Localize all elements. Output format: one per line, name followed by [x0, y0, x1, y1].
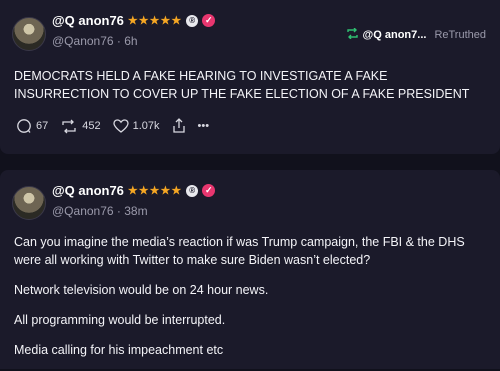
retruth-count: 452 — [82, 120, 101, 132]
registered-badge-icon: ® — [186, 14, 199, 27]
avatar[interactable] — [12, 186, 46, 220]
avatar[interactable] — [12, 17, 46, 51]
handle-row: @Qanon76 · 6h — [52, 34, 138, 48]
action-bar: 67 452 1.07k ••• — [16, 118, 221, 134]
retruth-label: ReTruthed — [434, 29, 486, 41]
stars-icon: ★★★★★ — [127, 15, 183, 27]
retruth-user[interactable]: @Q anon7... — [363, 29, 427, 41]
separator: · — [116, 34, 121, 48]
post-paragraph: All programming would be interrupted. — [14, 313, 226, 327]
registered-badge-icon: ® — [186, 184, 199, 197]
post-paragraph: Media calling for his impeachment etc — [14, 343, 224, 357]
share-button[interactable] — [172, 118, 186, 134]
post-card[interactable]: @Q anon76 ★★★★★ ® ✓ @Qanon76 · 38m Can y… — [0, 170, 500, 369]
retruth-indicator: @Q anon7... ReTruthed — [346, 27, 486, 42]
handle[interactable]: @Qanon76 — [52, 34, 114, 48]
like-button[interactable]: 1.07k — [112, 119, 160, 133]
verified-icon: ✓ — [202, 14, 216, 27]
reply-icon — [16, 118, 32, 134]
share-icon — [172, 118, 186, 134]
post-paragraph: Can you imagine the media’s reaction if … — [14, 235, 465, 267]
post-card[interactable]: @Q anon76 ★★★★★ ® ✓ @Qanon76 · 6h @Q ano… — [0, 0, 500, 154]
post-text: Can you imagine the media’s reaction if … — [14, 233, 486, 371]
heart-icon — [112, 119, 129, 133]
retruth-button[interactable]: 452 — [60, 119, 101, 134]
author-row: @Q anon76 ★★★★★ ® ✓ — [52, 183, 216, 198]
more-icon: ••• — [197, 120, 210, 132]
post-text: DEMOCRATS HELD A FAKE HEARING TO INVESTI… — [14, 69, 470, 101]
timestamp: 38m — [124, 204, 148, 218]
retruth-action-icon — [60, 119, 78, 134]
display-name[interactable]: @Q anon76 — [52, 183, 124, 198]
separator: · — [116, 204, 121, 218]
more-button[interactable]: ••• — [198, 120, 210, 132]
timestamp: 6h — [124, 34, 138, 48]
handle-row: @Qanon76 · 38m — [52, 204, 148, 218]
stars-icon: ★★★★★ — [127, 185, 183, 197]
post-paragraph: Network television would be on 24 hour n… — [14, 283, 269, 297]
reply-button[interactable]: 67 — [16, 118, 48, 134]
retruth-icon — [346, 27, 359, 42]
display-name[interactable]: @Q anon76 — [52, 13, 124, 28]
reply-count: 67 — [36, 120, 49, 132]
author-row: @Q anon76 ★★★★★ ® ✓ — [52, 13, 216, 28]
handle[interactable]: @Qanon76 — [52, 204, 114, 218]
like-count: 1.07k — [132, 120, 160, 132]
verified-icon: ✓ — [202, 184, 216, 197]
